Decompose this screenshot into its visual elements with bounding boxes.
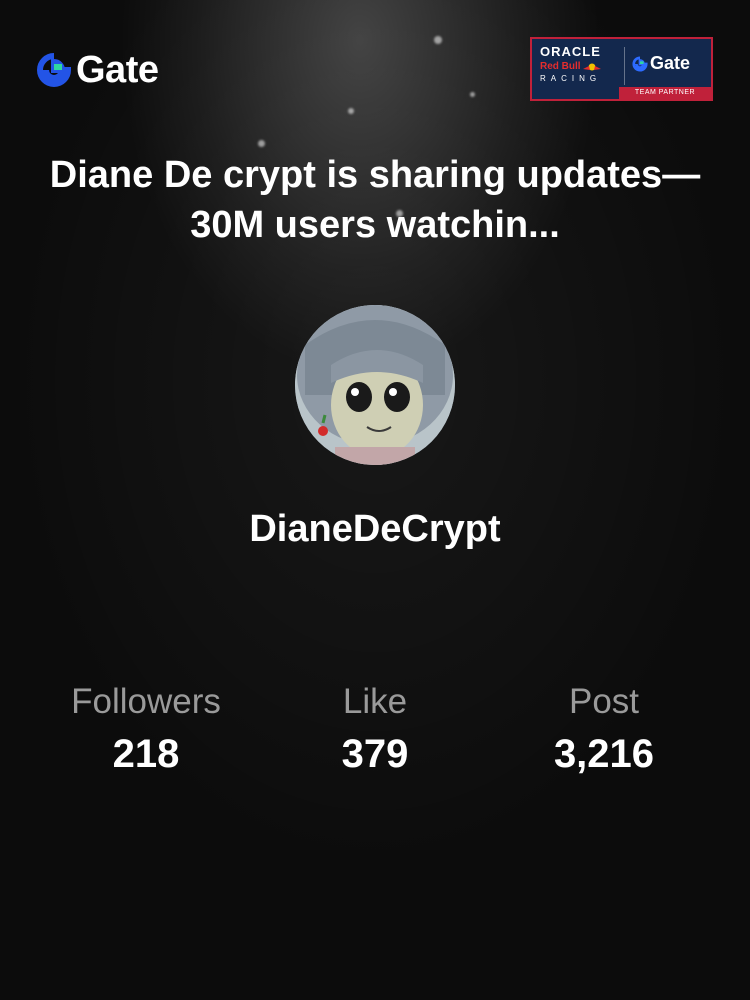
racing-text: RACING	[540, 74, 602, 83]
stat-label: Like	[342, 682, 408, 721]
team-partner-badge: ORACLE Red Bull RACING Gate TEAM PARTNER	[530, 37, 713, 101]
redbull-row: Red Bull	[540, 61, 601, 72]
stat-label: Followers	[71, 682, 221, 721]
oracle-redbull-logo: ORACLE Red Bull RACING	[540, 45, 620, 89]
sparkle	[258, 140, 265, 147]
badge-divider	[624, 47, 625, 85]
avatar[interactable]	[295, 305, 455, 465]
avatar-illustration	[295, 305, 455, 465]
redbull-text: Red Bull	[540, 61, 581, 72]
sparkle	[434, 36, 442, 44]
profile-stats: Followers 218 Like 379 Post 3,216	[0, 680, 750, 790]
gate-logo[interactable]: Gate	[36, 48, 159, 91]
team-partner-tag: TEAM PARTNER	[619, 87, 711, 99]
sparkle	[470, 92, 475, 97]
gate-logo-icon	[37, 53, 72, 87]
stat-like[interactable]: Like 379	[255, 680, 495, 784]
stat-value: 218	[112, 732, 180, 776]
brand-name: Gate	[76, 48, 159, 91]
stat-followers[interactable]: Followers 218	[26, 680, 266, 784]
oracle-text: ORACLE	[540, 44, 601, 59]
gate-logo-icon	[632, 55, 648, 72]
stat-post[interactable]: Post 3,216	[484, 680, 724, 784]
partner-gate-name: Gate	[650, 53, 691, 73]
bull-icon	[582, 63, 601, 70]
stat-value: 379	[341, 732, 409, 776]
stat-value: 3,216	[553, 732, 655, 776]
sparkle	[348, 108, 354, 114]
headline: Diane De crypt is sharing updates—30M us…	[49, 154, 701, 246]
username: DianeDeCrypt	[249, 508, 501, 550]
partner-gate-logo: Gate	[632, 53, 690, 74]
stat-label: Post	[568, 682, 640, 721]
